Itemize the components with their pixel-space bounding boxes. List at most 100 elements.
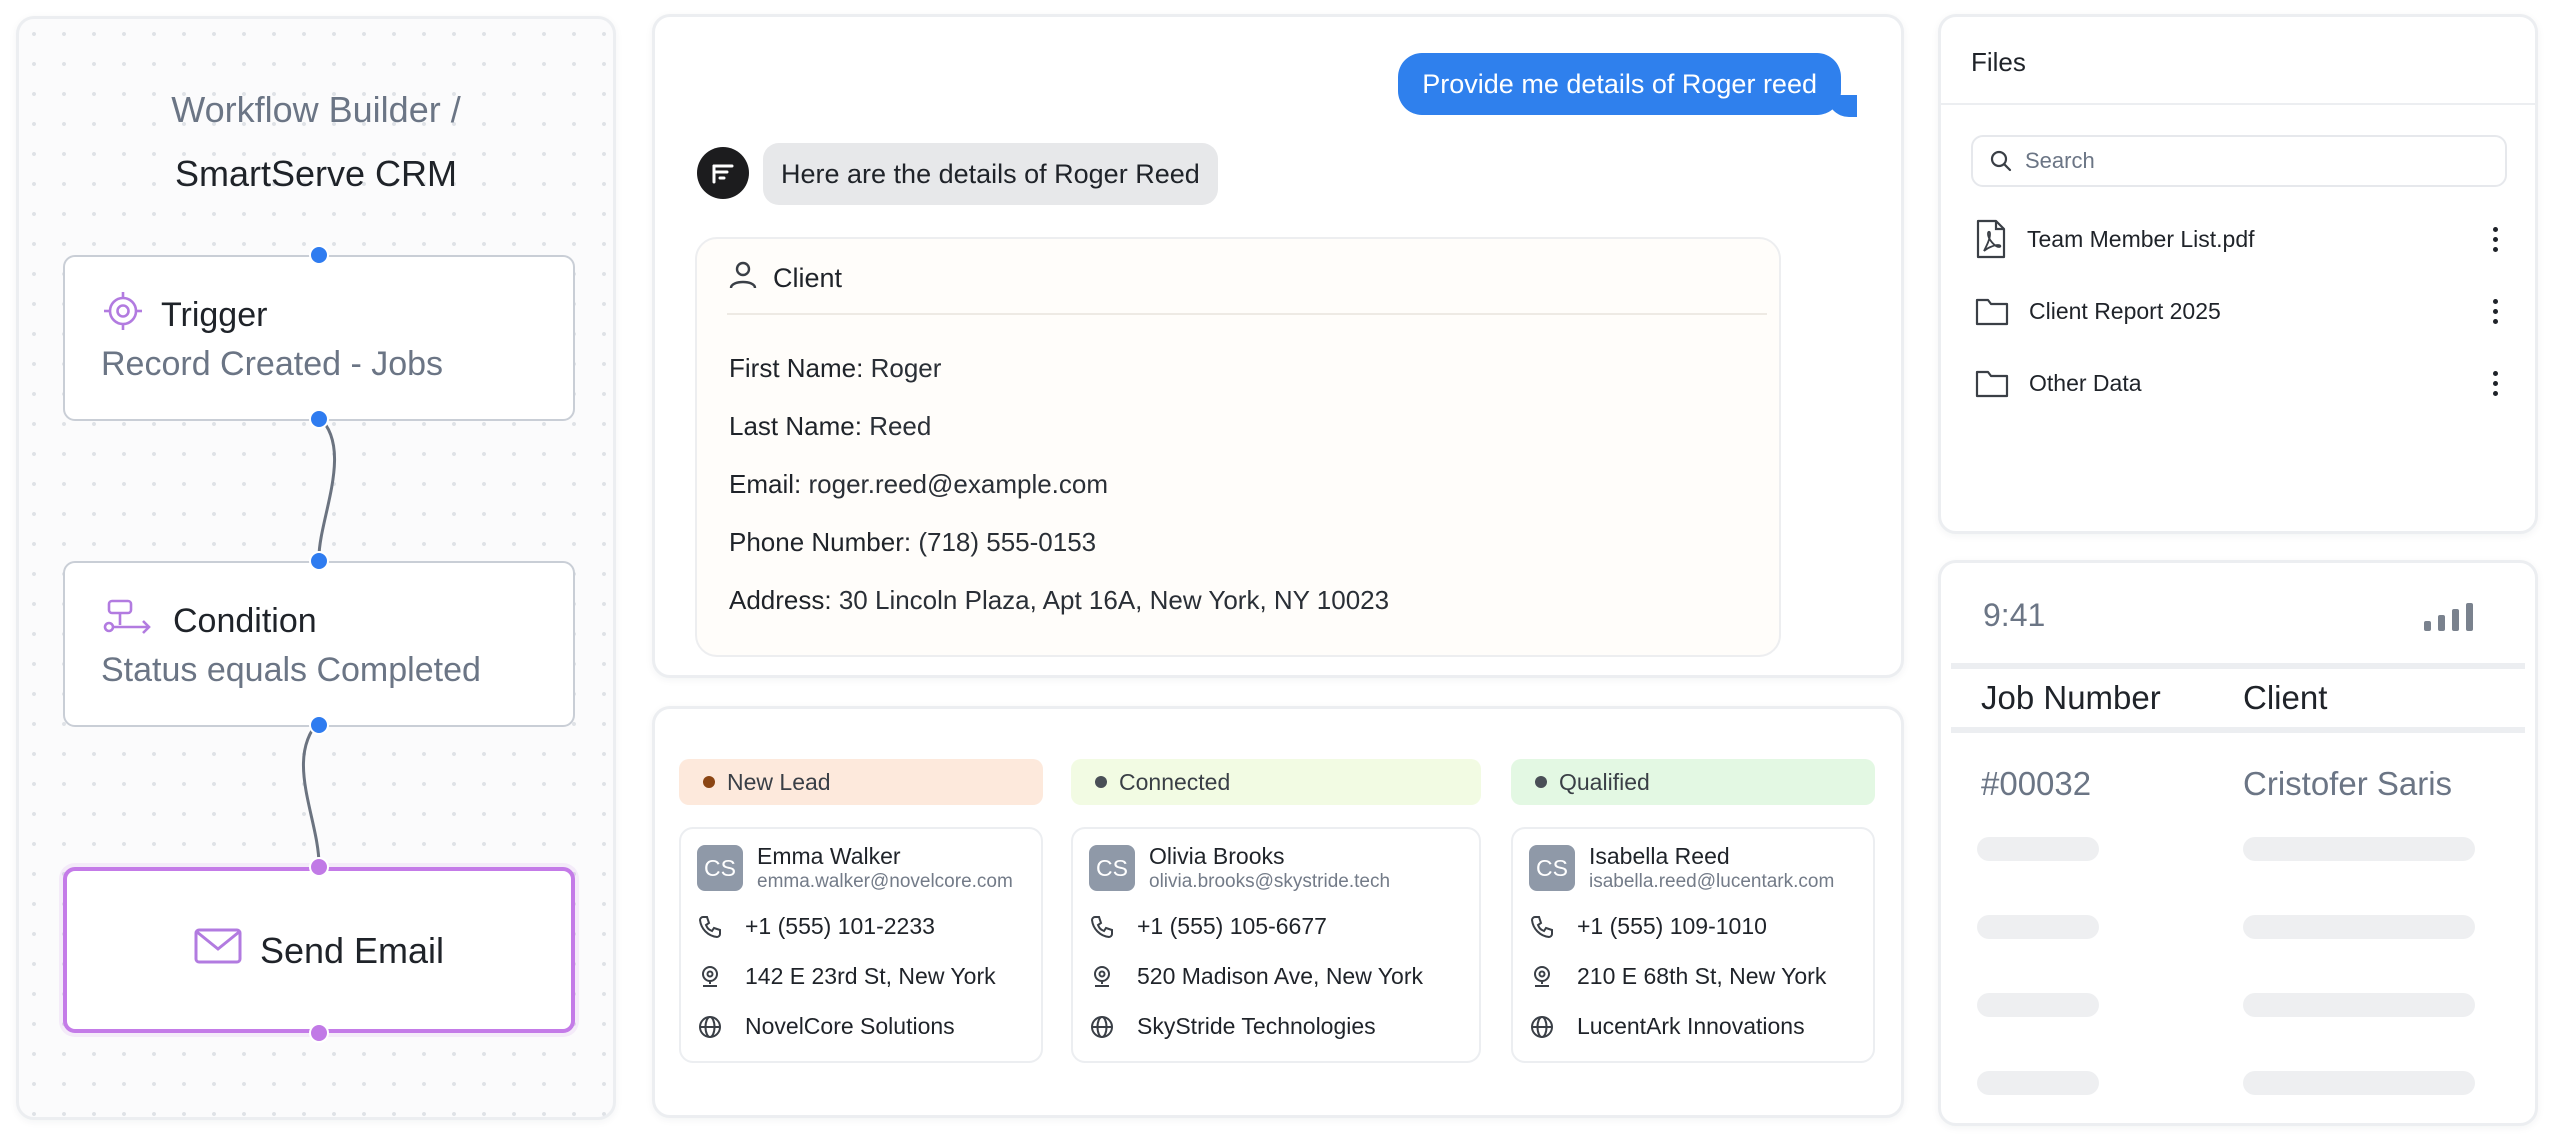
bot-message: Here are the details of Roger Reed	[763, 143, 1218, 205]
file-name: Team Member List.pdf	[2027, 225, 2255, 252]
lead-phone: +1 (555) 101-2233	[745, 913, 935, 939]
globe-icon	[1531, 1015, 1553, 1038]
lead-company-row: NovelCore Solutions	[697, 1013, 955, 1040]
trigger-input-port[interactable]	[309, 245, 329, 265]
lead-address: 210 E 68th St, New York	[1577, 963, 1827, 989]
breadcrumb[interactable]: Workflow Builder /	[19, 89, 613, 131]
stage-dot	[1535, 776, 1547, 788]
condition-title: Condition	[173, 602, 317, 640]
lead-phone-row: +1 (555) 101-2233	[697, 913, 935, 940]
location-pin-icon	[1094, 965, 1110, 987]
files-panel: Files Team Member List.pdf Client Report…	[1938, 14, 2538, 534]
lead-name: Isabella Reed	[1589, 843, 1730, 869]
file-name: Client Report 2025	[2029, 297, 2221, 324]
client-field-email: Email: roger.reed@example.com	[729, 469, 1109, 499]
skeleton-placeholder	[1977, 1071, 2099, 1095]
branch-icon	[103, 597, 155, 646]
file-item[interactable]: Other Data	[1975, 359, 2505, 407]
lead-email[interactable]: olivia.brooks@skystride.tech	[1149, 871, 1390, 893]
lead-card[interactable]: CS Olivia Brooks olivia.brooks@skystride…	[1071, 827, 1481, 1063]
lead-name: Olivia Brooks	[1149, 843, 1285, 869]
lead-address: 142 E 23rd St, New York	[745, 963, 996, 989]
search-icon	[1990, 150, 2012, 172]
location-pin-icon	[1534, 965, 1550, 987]
email-output-port[interactable]	[309, 1023, 329, 1043]
client-card-divider	[727, 313, 1767, 315]
workflow-builder-panel: Workflow Builder / SmartServe CRM Trigge…	[16, 16, 616, 1120]
header-divider-top	[1951, 663, 2525, 669]
page-title: SmartServe CRM	[174, 153, 458, 194]
trigger-output-port[interactable]	[309, 409, 329, 429]
phone-icon	[1090, 915, 1113, 938]
avatar: CS	[1089, 845, 1135, 891]
skeleton-placeholder	[2243, 993, 2475, 1017]
more-options-icon[interactable]	[2485, 298, 2505, 324]
column-header-client[interactable]: Client	[2243, 679, 2327, 717]
job-number-cell: #00032	[1981, 765, 2092, 802]
file-item[interactable]: Client Report 2025	[1975, 287, 2505, 335]
lead-phone-row: +1 (555) 109-1010	[1529, 913, 1767, 940]
more-options-icon[interactable]	[2485, 370, 2505, 396]
client-field-first-name: First Name: Roger	[729, 353, 942, 383]
globe-icon	[699, 1015, 721, 1038]
search-input[interactable]	[2025, 148, 2465, 174]
send-email-node[interactable]: Send Email	[63, 867, 575, 1033]
lead-phone: +1 (555) 105-6677	[1137, 913, 1327, 939]
lead-card[interactable]: CS Emma Walker emma.walker@novelcore.com…	[679, 827, 1043, 1063]
stage-badge-connected[interactable]: Connected	[1071, 759, 1481, 805]
client-cell: Cristofer Saris	[2243, 765, 2453, 802]
condition-node[interactable]: Condition Status equals Completed	[63, 561, 575, 727]
lead-address: 520 Madison Ave, New York	[1137, 963, 1423, 989]
file-item[interactable]: Team Member List.pdf	[1975, 215, 2505, 263]
client-field-address: Address: 30 Lincoln Plaza, Apt 16A, New …	[729, 585, 1390, 615]
search-box[interactable]	[1971, 135, 2507, 187]
status-bar-time: 9:41	[1983, 597, 2046, 633]
mail-icon	[194, 927, 242, 974]
more-options-icon[interactable]	[2485, 226, 2505, 252]
lead-company: LucentArk Innovations	[1577, 1013, 1805, 1039]
lead-address-row: 142 E 23rd St, New York	[697, 963, 996, 990]
condition-subtitle: Status equals Completed	[101, 651, 481, 689]
file-name: Other Data	[2029, 369, 2142, 396]
stage-badge-qualified[interactable]: Qualified	[1511, 759, 1875, 805]
avatar: CS	[1529, 845, 1575, 891]
pipeline-column-qualified: Qualified CS Isabella Reed isabella.reed…	[1511, 759, 1875, 1063]
signal-icon	[2424, 603, 2473, 631]
email-input-port[interactable]	[309, 857, 329, 877]
globe-icon	[1091, 1015, 1113, 1038]
connector-trigger-condition	[317, 415, 336, 558]
lead-company: SkyStride Technologies	[1137, 1013, 1376, 1039]
lead-email[interactable]: emma.walker@novelcore.com	[757, 871, 1013, 893]
skeleton-placeholder	[1977, 837, 2099, 861]
phone-icon	[1530, 915, 1553, 938]
condition-output-port[interactable]	[309, 715, 329, 735]
header-divider-bottom	[1951, 727, 2525, 733]
trigger-title: Trigger	[161, 296, 268, 334]
send-email-title: Send Email	[259, 929, 445, 971]
lead-email[interactable]: isabella.reed@lucentark.com	[1589, 871, 1834, 893]
bot-logo-icon	[712, 164, 734, 184]
trigger-node[interactable]: Trigger Record Created - Jobs	[63, 255, 575, 421]
client-field-phone: Phone Number: (718) 555-0153	[729, 527, 1097, 557]
phone-icon	[698, 915, 721, 938]
chat-panel: Provide me details of Roger reed Here ar…	[652, 14, 1904, 678]
avatar: CS	[697, 845, 743, 891]
lead-name: Emma Walker	[757, 843, 901, 869]
stage-dot	[1095, 776, 1107, 788]
lead-phone-row: +1 (555) 105-6677	[1089, 913, 1327, 940]
stage-badge-new-lead[interactable]: New Lead	[679, 759, 1043, 805]
condition-input-port[interactable]	[309, 551, 329, 571]
skeleton-placeholder	[2243, 1071, 2475, 1095]
column-header-job-number[interactable]: Job Number	[1981, 679, 2161, 717]
folder-icon	[1975, 298, 2009, 326]
skeleton-placeholder	[1977, 993, 2099, 1017]
skeleton-placeholder	[2243, 837, 2475, 861]
lead-address-row: 210 E 68th St, New York	[1529, 963, 1826, 990]
lead-card[interactable]: CS Isabella Reed isabella.reed@lucentark…	[1511, 827, 1875, 1063]
lead-company-row: SkyStride Technologies	[1089, 1013, 1376, 1040]
target-icon	[103, 291, 143, 340]
stage-dot	[703, 776, 715, 788]
leads-pipeline-panel: New Lead CS Emma Walker emma.walker@nove…	[652, 706, 1904, 1118]
client-details-card: Client First Name: Roger Last Name: Reed…	[695, 237, 1781, 657]
location-pin-icon	[702, 965, 718, 987]
